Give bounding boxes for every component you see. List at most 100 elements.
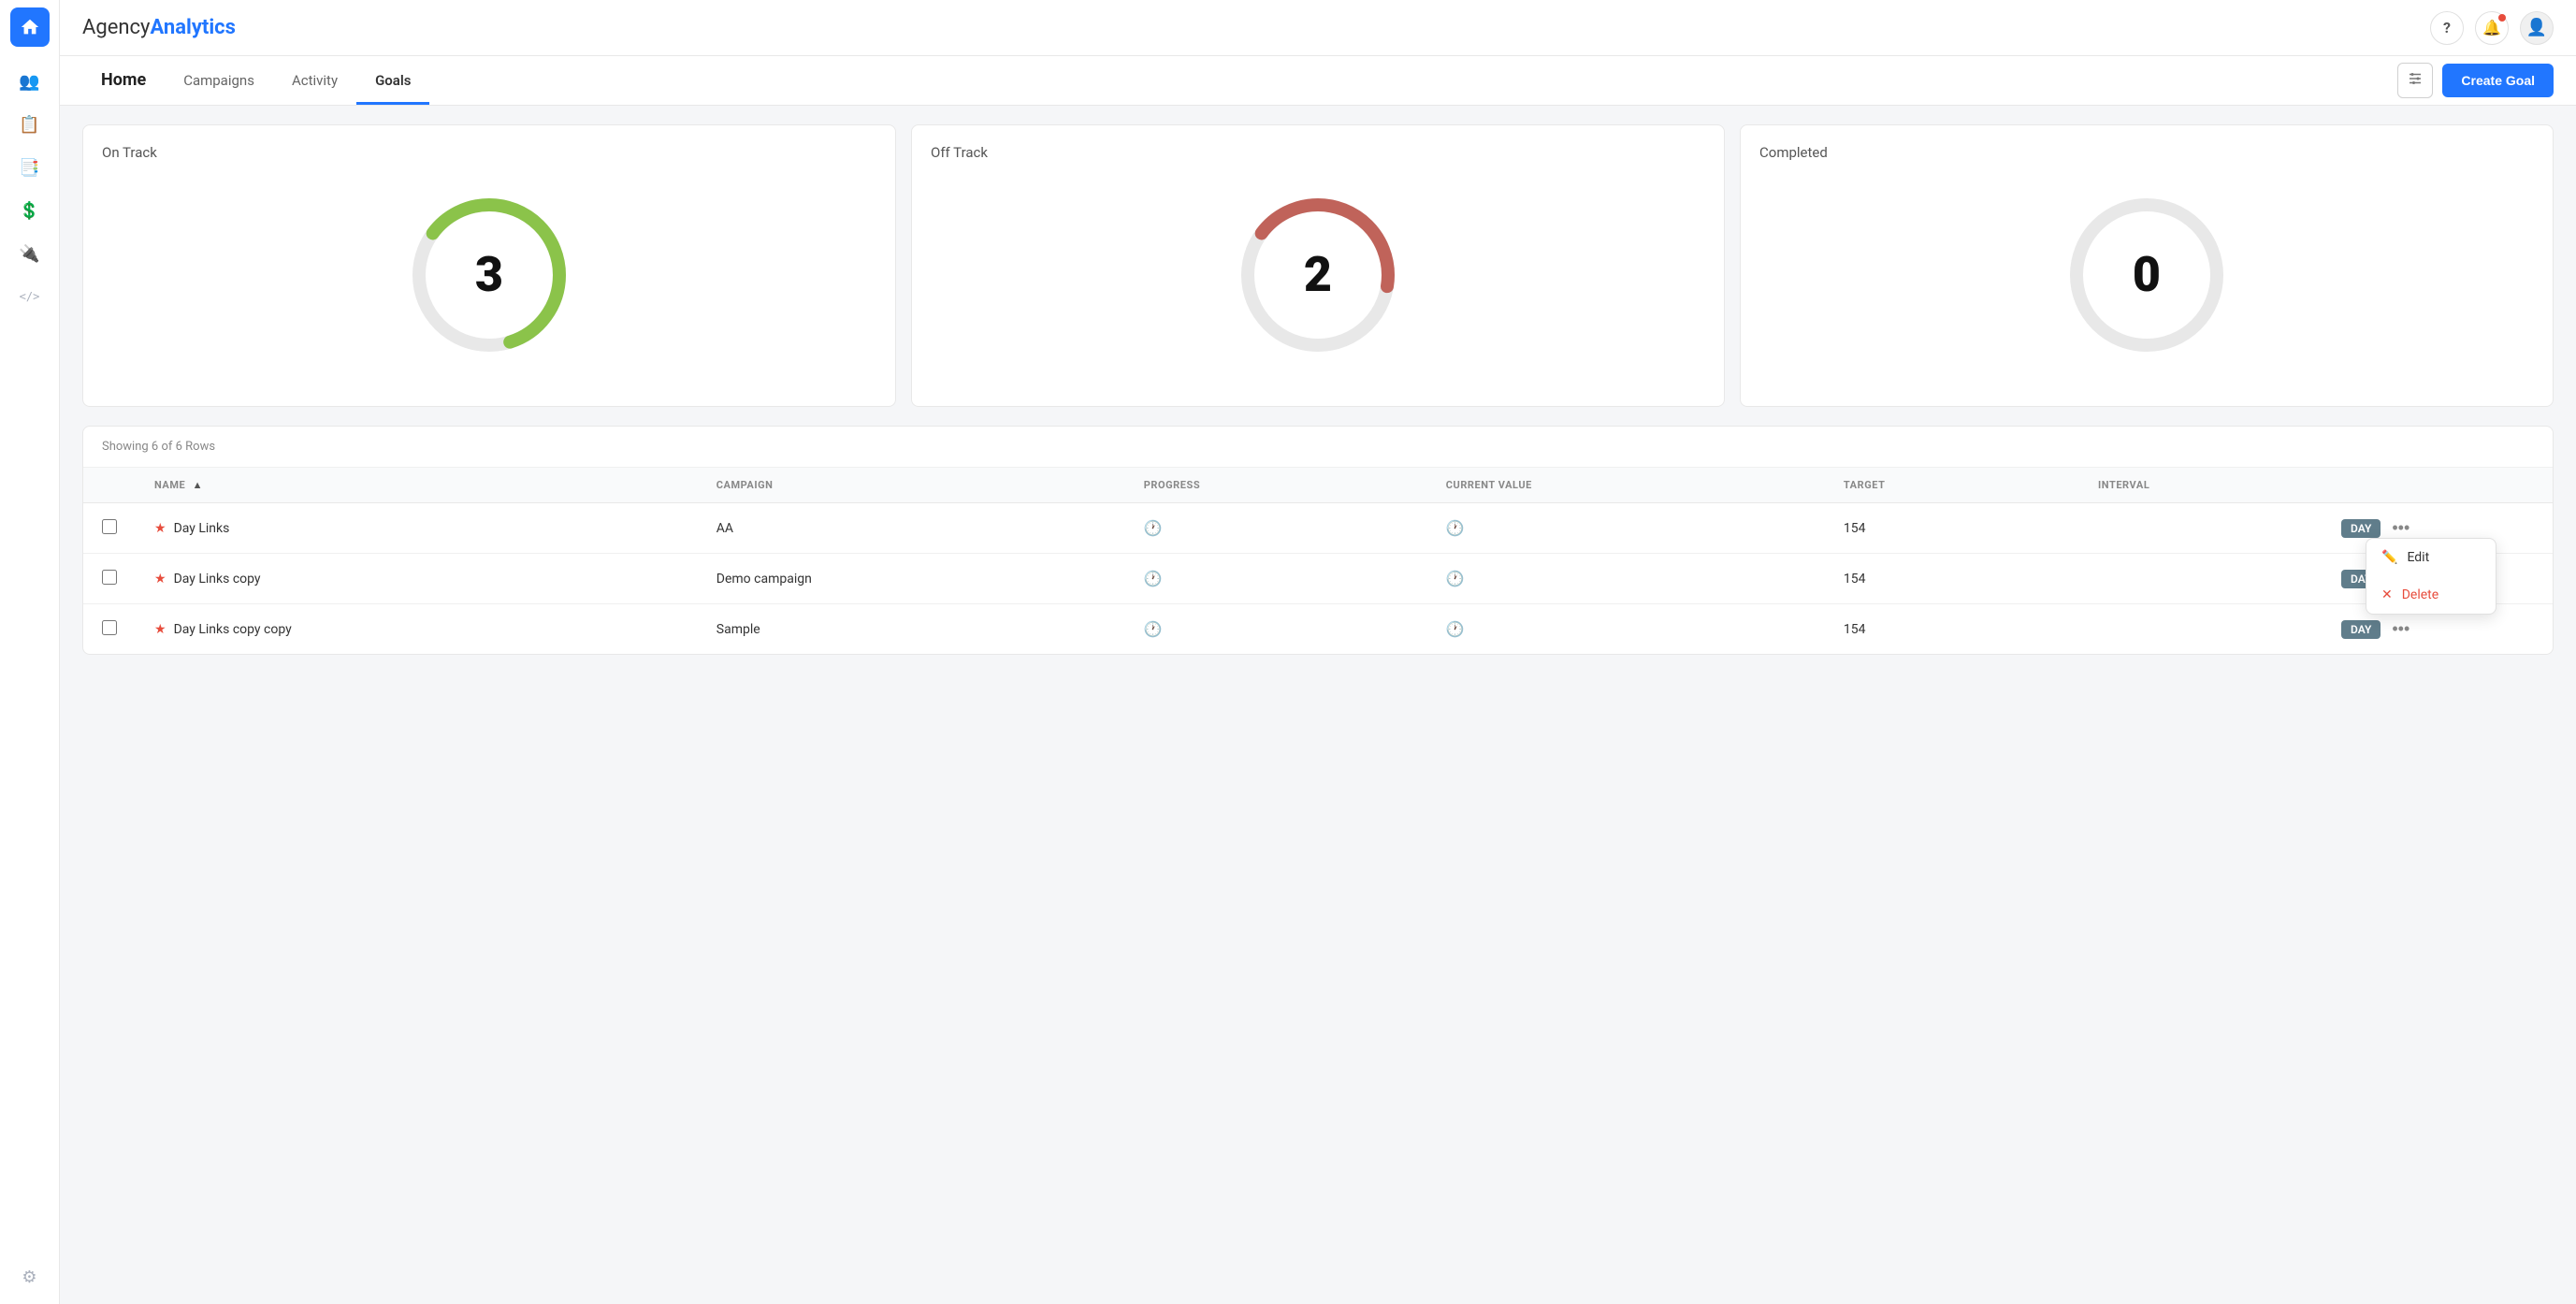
sidebar-item-plugin[interactable]: 🔌 (10, 234, 50, 273)
star-icon[interactable]: ★ (154, 521, 166, 536)
sidebar-logo[interactable] (10, 7, 50, 47)
summary-cards: On Track 3 Off Track 2 (82, 124, 2554, 407)
row-target-cell: 154 (1825, 503, 2079, 554)
table-header: NAME ▲ CAMPAIGN PROGRESS CURRENT VALUE T… (83, 468, 2553, 503)
progress-clock-icon: 🕐 (1144, 620, 1163, 638)
off-track-label: Off Track (931, 144, 988, 161)
sidebar-item-code[interactable]: </> (10, 277, 50, 316)
delete-label: Delete (2402, 587, 2439, 602)
topbar-actions: ? 🔔 👤 (2430, 11, 2554, 45)
create-goal-button[interactable]: Create Goal (2442, 64, 2554, 97)
topbar: AgencyAnalytics ? 🔔 👤 (60, 0, 2576, 56)
content-area: On Track 3 Off Track 2 (60, 106, 2576, 1304)
completed-donut: 0 (1759, 172, 2534, 387)
on-track-label: On Track (102, 144, 157, 161)
sidebar-item-money[interactable]: 💲 (10, 191, 50, 230)
filter-button[interactable] (2397, 63, 2433, 98)
col-interval: INTERVAL (2079, 468, 2432, 503)
tab-goals[interactable]: Goals (356, 59, 429, 105)
row-current-value-cell: 🕐 (1427, 554, 1825, 604)
current-value-clock-icon: 🕐 (1446, 519, 1465, 537)
off-track-donut: 2 (931, 172, 1705, 387)
sidebar-item-settings[interactable]: ⚙ (10, 1257, 50, 1297)
help-button[interactable]: ? (2430, 11, 2464, 45)
row-interval-cell: DAY ••• ✏️ Edit ✕ (2079, 503, 2432, 554)
nav-actions: Create Goal (2397, 63, 2554, 98)
notification-button[interactable]: 🔔 (2475, 11, 2509, 45)
completed-value: 0 (2133, 251, 2161, 299)
star-icon[interactable]: ★ (154, 622, 166, 637)
row-target-cell: 154 (1825, 554, 2079, 604)
progress-clock-icon: 🕐 (1144, 519, 1163, 537)
row-campaign-cell: Demo campaign (698, 554, 1125, 604)
on-track-donut: 3 (102, 172, 876, 387)
tab-activity[interactable]: Activity (273, 59, 356, 105)
goals-table-section: Showing 6 of 6 Rows NAME ▲ CAMPAIGN PROG… (82, 426, 2554, 655)
col-campaign: CAMPAIGN (698, 468, 1125, 503)
row-campaign-cell: AA (698, 503, 1125, 554)
col-name[interactable]: NAME ▲ (136, 468, 698, 503)
table-row: ★ Day Links copy copy Sample 🕐 🕐 154 (83, 604, 2553, 655)
col-checkbox (83, 468, 136, 503)
notification-badge (2498, 14, 2506, 22)
col-current-value: CURRENT VALUE (1427, 468, 1825, 503)
star-icon[interactable]: ★ (154, 572, 166, 587)
row-progress-cell: 🕐 (1125, 554, 1427, 604)
table-info: Showing 6 of 6 Rows (83, 427, 2553, 468)
col-progress: PROGRESS (1125, 468, 1427, 503)
sidebar-item-users[interactable]: 👥 (10, 62, 50, 101)
off-track-card: Off Track 2 (911, 124, 1725, 407)
user-icon: 👤 (2526, 18, 2547, 37)
interval-badge: DAY (2341, 620, 2381, 639)
more-options-button[interactable]: ••• (2388, 518, 2413, 538)
row-checkbox-cell (83, 604, 136, 655)
row-target-cell: 154 (1825, 604, 2079, 655)
row-campaign-cell: Sample (698, 604, 1125, 655)
avatar-button[interactable]: 👤 (2520, 11, 2554, 45)
row-name-text: Day Links (174, 521, 230, 536)
row-name-text: Day Links copy copy (174, 622, 292, 637)
completed-card: Completed 0 (1740, 124, 2554, 407)
sort-arrow-icon: ▲ (193, 479, 203, 491)
row-name-cell: ★ Day Links (136, 503, 698, 554)
row-checkbox[interactable] (102, 519, 117, 534)
row-name-text: Day Links copy (174, 572, 261, 587)
main-area: AgencyAnalytics ? 🔔 👤 Home Campaigns Act… (60, 0, 2576, 1304)
row-checkbox[interactable] (102, 620, 117, 635)
table-row: ★ Day Links AA 🕐 🕐 154 (83, 503, 2553, 554)
tab-home[interactable]: Home (82, 57, 165, 106)
row-checkbox[interactable] (102, 570, 117, 585)
edit-option[interactable]: ✏️ Edit (2366, 539, 2496, 576)
app-logo: AgencyAnalytics (82, 16, 236, 39)
sidebar-item-copy[interactable]: 📑 (10, 148, 50, 187)
edit-label: Edit (2407, 550, 2429, 565)
nav-area: Home Campaigns Activity Goals Create Goa… (60, 56, 2576, 106)
delete-icon: ✕ (2381, 587, 2393, 602)
on-track-card: On Track 3 (82, 124, 896, 407)
tab-campaigns[interactable]: Campaigns (165, 59, 273, 105)
sidebar-item-reports[interactable]: 📋 (10, 105, 50, 144)
help-icon: ? (2443, 19, 2451, 36)
col-actions (2432, 468, 2553, 503)
row-progress-cell: 🕐 (1125, 604, 1427, 655)
off-track-value: 2 (1304, 251, 1332, 299)
nav-tabs: Home Campaigns Activity Goals (82, 56, 429, 105)
goals-table: NAME ▲ CAMPAIGN PROGRESS CURRENT VALUE T… (83, 468, 2553, 654)
edit-icon: ✏️ (2381, 550, 2397, 565)
row-progress-cell: 🕐 (1125, 503, 1427, 554)
on-track-value: 3 (475, 251, 503, 299)
interval-badge: DAY (2341, 519, 2381, 538)
row-current-value-cell: 🕐 (1427, 503, 1825, 554)
more-options-button[interactable]: ••• (2388, 619, 2413, 639)
row-name-cell: ★ Day Links copy copy (136, 604, 698, 655)
row-dropdown-menu: ✏️ Edit ✕ Delete (2366, 538, 2496, 615)
filter-icon (2407, 70, 2424, 92)
delete-option[interactable]: ✕ Delete (2366, 576, 2496, 614)
table-row: ★ Day Links copy Demo campaign 🕐 🕐 154 (83, 554, 2553, 604)
completed-label: Completed (1759, 144, 1828, 161)
current-value-clock-icon: 🕐 (1446, 620, 1465, 638)
row-checkbox-cell (83, 554, 136, 604)
row-current-value-cell: 🕐 (1427, 604, 1825, 655)
bell-icon: 🔔 (2482, 19, 2501, 36)
row-name-cell: ★ Day Links copy (136, 554, 698, 604)
